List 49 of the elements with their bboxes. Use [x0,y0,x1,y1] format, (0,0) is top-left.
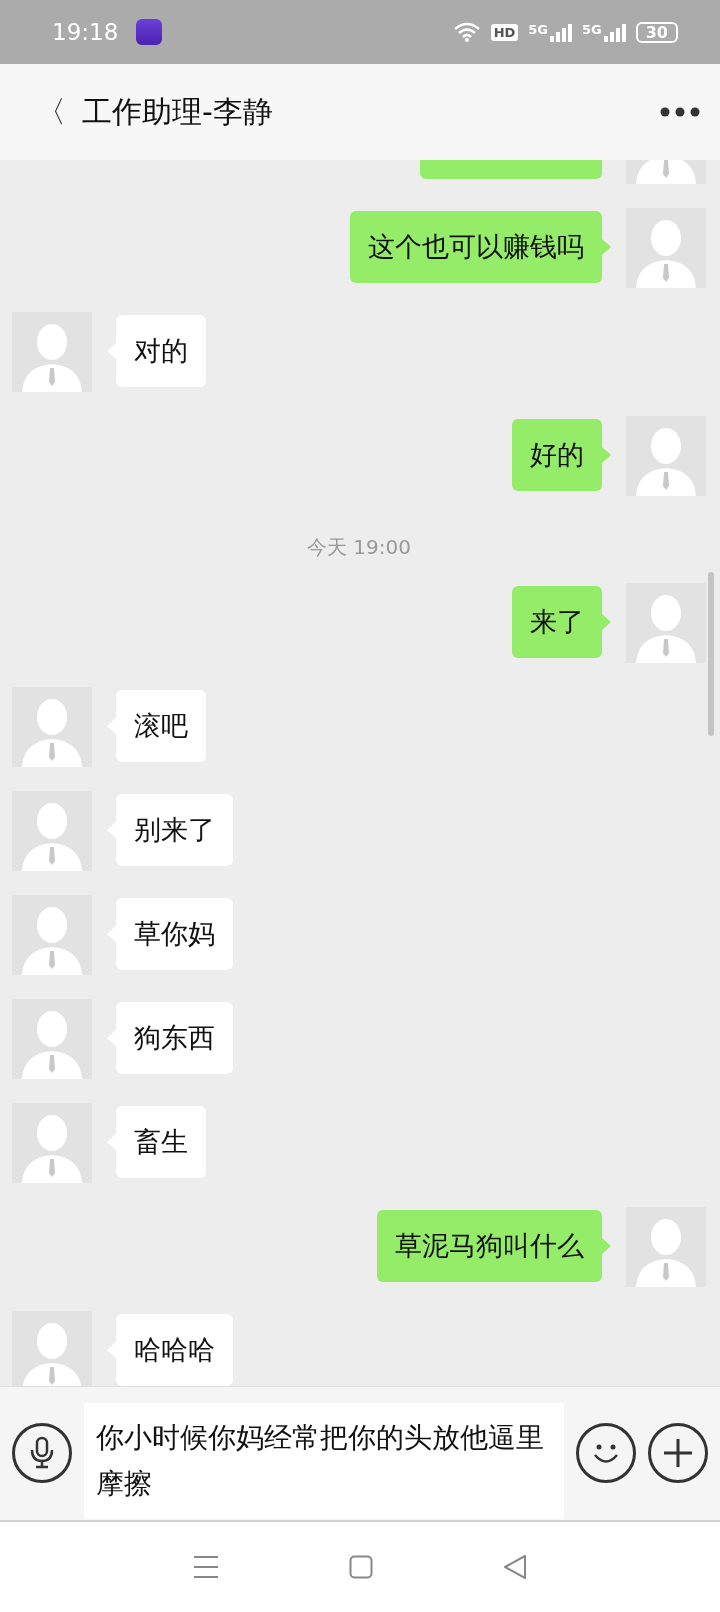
battery-level: 30 [635,21,678,43]
avatar[interactable] [12,312,92,392]
message-bubble[interactable]: 草泥马狗叫什么 [377,1210,602,1282]
hd-badge: HD [490,23,519,41]
message-bubble[interactable]: 哈哈哈 [116,1314,233,1386]
menu-icon[interactable] [193,1555,219,1579]
network-label: 5G [528,22,548,37]
emoji-button[interactable] [576,1423,636,1483]
more-icon[interactable] [660,107,700,117]
scrollbar[interactable] [708,572,714,736]
back-icon[interactable] [503,1554,527,1580]
avatar[interactable] [626,416,706,496]
message-bubble[interactable]: 好的 [512,419,602,491]
avatar[interactable] [626,1207,706,1287]
signal-icon [550,22,572,42]
message-bubble[interactable]: 来了 [512,586,602,658]
avatar[interactable] [626,208,706,288]
avatar[interactable] [12,895,92,975]
bubble-tail [602,614,611,630]
microphone-icon [29,1436,55,1470]
status-time: 19:18 [52,19,119,45]
wifi-icon [452,21,481,43]
message-bubble[interactable]: 别来了 [116,794,233,866]
bubble-tail [602,239,611,255]
avatar[interactable] [12,687,92,767]
avatar[interactable] [12,1311,92,1386]
bubble-tail [602,447,611,463]
add-button[interactable] [648,1423,708,1483]
message-input[interactable]: 你小时候你妈经常把你的头放他逼里摩擦 [84,1403,564,1519]
app-icon [136,19,163,45]
message-bubble[interactable]: 草你妈 [116,898,233,970]
back-button[interactable]: 〈 [36,91,82,133]
signal-icon [603,22,626,42]
plus-icon [662,1437,694,1469]
avatar[interactable] [626,583,706,663]
message-bubble[interactable]: 滚吧 [116,690,206,762]
chat-title: 工作助理-李静 [82,92,273,131]
voice-button[interactable] [12,1423,72,1483]
message-bubble[interactable]: 畜生 [116,1106,206,1178]
avatar[interactable] [12,791,92,871]
message-bubble[interactable]: 狗东西 [116,1002,233,1074]
avatar[interactable] [12,1103,92,1183]
home-icon[interactable] [349,1555,373,1579]
message-bubble[interactable]: 对的 [116,315,206,387]
network-label: 5G [582,22,602,37]
bubble-tail [602,1238,611,1254]
message-bubble[interactable]: 这个也可以赚钱吗 [350,211,602,283]
avatar[interactable] [12,999,92,1079]
timestamp: 今天 19:00 [307,534,411,561]
